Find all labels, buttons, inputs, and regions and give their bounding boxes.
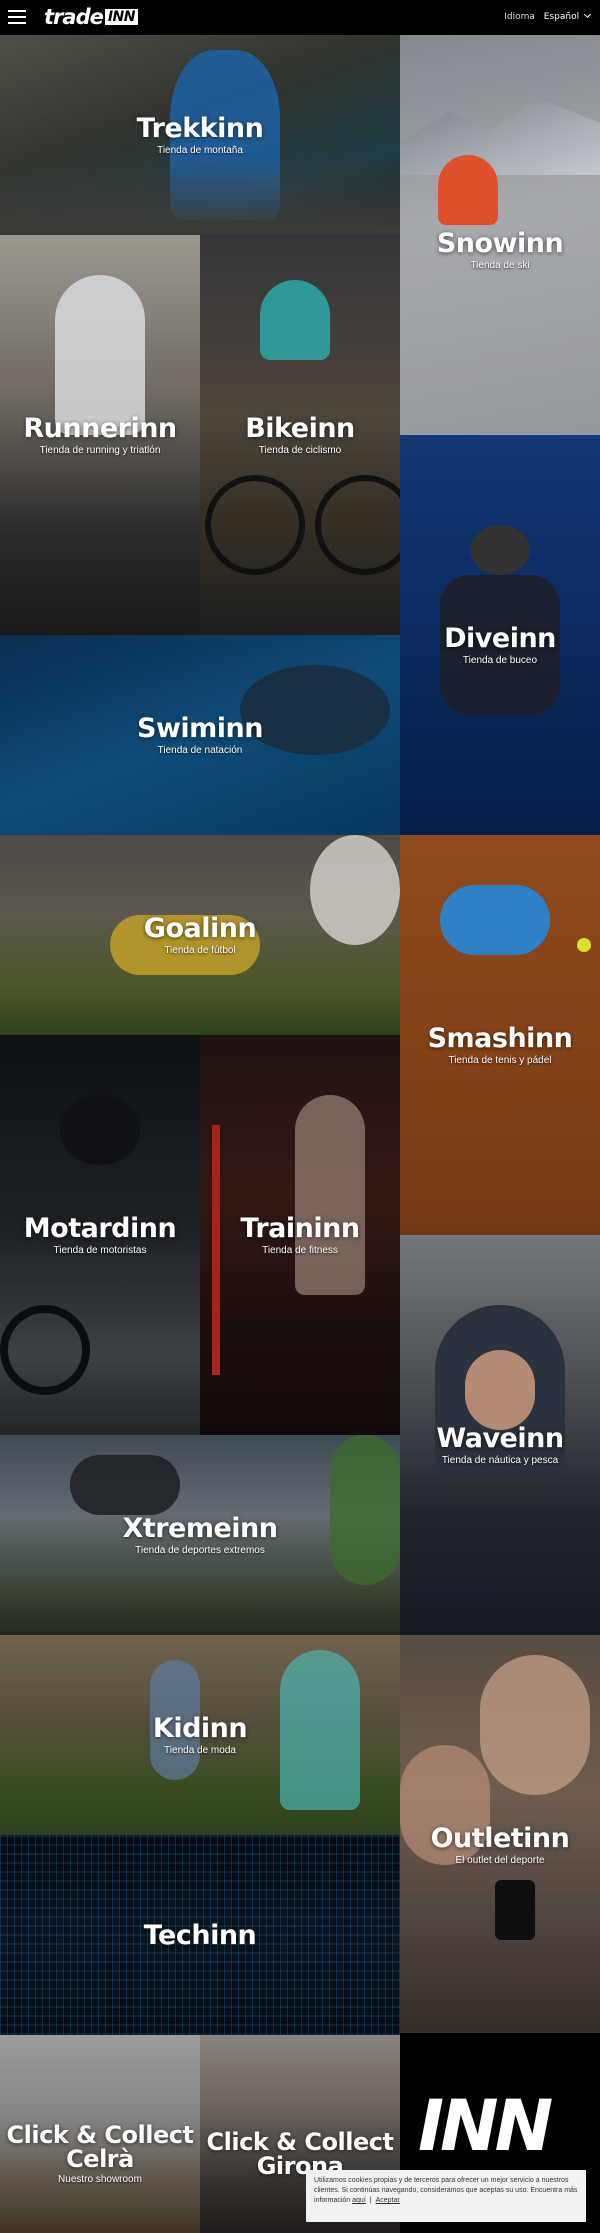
tile-title: Runnerinn (23, 412, 177, 444)
cookie-banner: Utilizamos cookies propias y de terceros… (306, 2170, 586, 2222)
cookie-more-info-link[interactable]: aquí (352, 2197, 366, 2204)
tile-title: Xtremeinn (122, 1512, 279, 1544)
tile-title: Motardinn (23, 1212, 177, 1244)
logo-text: trade (44, 5, 104, 29)
tile-snowinn[interactable]: Snowinn Tienda de ski (400, 35, 600, 435)
tile-title: Trekkinn (136, 112, 264, 144)
tile-title: Bikeinn (245, 412, 355, 444)
cookie-accept-link[interactable]: Aceptar (376, 2197, 400, 2204)
tile-swiminn[interactable]: Swiminn Tienda de natación (0, 635, 400, 835)
tile-subtitle: Tienda de ciclismo (258, 444, 342, 456)
tile-title: Click & Collect Celrà (6, 2121, 194, 2173)
language-label: Idioma (504, 12, 535, 22)
tile-title: Goalinn (143, 912, 257, 944)
tile-subtitle: Tienda de moda (164, 1744, 236, 1756)
tile-subtitle: Tienda de náutica y pesca (441, 1454, 559, 1466)
tile-kidinn[interactable]: Kidinn Tienda de moda (0, 1635, 400, 1835)
tile-subtitle: El outlet del deporte (455, 1854, 545, 1866)
tile-motardinn[interactable]: Motardinn Tienda de motoristas (0, 1035, 200, 1435)
tile-title: Diveinn (444, 622, 556, 654)
tile-outletinn[interactable]: Outletinn El outlet del deporte (400, 1635, 600, 2035)
tile-title: Kidinn (152, 1712, 248, 1744)
logo-box: INN (104, 9, 138, 25)
tile-subtitle: Tienda de natación (157, 744, 243, 756)
tile-diveinn[interactable]: Diveinn Tienda de buceo (400, 435, 600, 835)
tile-title: Smashinn (427, 1022, 573, 1054)
tile-title: Traininn (240, 1212, 360, 1244)
chevron-down-icon (583, 10, 592, 19)
tile-subtitle: Tienda de deportes extremos (135, 1544, 265, 1556)
tradeinn-logo[interactable]: trade INN (44, 5, 138, 29)
tile-title: Techinn (143, 1919, 257, 1951)
tile-subtitle: Tienda de buceo (462, 654, 538, 666)
tile-trekkinn[interactable]: Trekkinn Tienda de montaña (0, 35, 400, 235)
tile-subtitle: Tienda de montaña (157, 144, 243, 156)
top-bar: trade INN Idioma Español (0, 0, 600, 35)
tile-subtitle: Tienda de motoristas (53, 1244, 147, 1256)
language-selector[interactable]: Idioma Español (504, 10, 592, 22)
tile-traininn[interactable]: Traininn Tienda de fitness (200, 1035, 400, 1435)
tile-runnerinn[interactable]: Runnerinn Tienda de running y triatlón (0, 235, 200, 635)
tile-subtitle: Tienda de fútbol (164, 944, 236, 956)
tile-subtitle: Tienda de ski (470, 259, 530, 271)
tile-waveinn[interactable]: Waveinn Tienda de náutica y pesca (400, 1235, 600, 1635)
tile-smashinn[interactable]: Smashinn Tienda de tenis y pádel (400, 835, 600, 1235)
language-value: Español (543, 12, 580, 22)
tile-title: Outletinn (430, 1822, 570, 1854)
tile-click-collect-celra[interactable]: Click & Collect Celrà Nuestro showroom (0, 2035, 200, 2233)
tile-title: Snowinn (436, 227, 564, 259)
tile-subtitle: Tienda de tenis y pádel (448, 1054, 552, 1066)
tile-title: Swiminn (137, 712, 263, 744)
tile-xtremeinn[interactable]: Xtremeinn Tienda de deportes extremos (0, 1435, 400, 1635)
tile-goalinn[interactable]: Goalinn Tienda de fútbol (0, 835, 400, 1035)
menu-icon[interactable] (8, 10, 26, 24)
tile-title: Waveinn (436, 1422, 564, 1454)
tile-bikeinn[interactable]: Bikeinn Tienda de ciclismo (200, 235, 400, 635)
inn-logo: INN (418, 2085, 553, 2167)
tile-subtitle: Tienda de running y triatlón (39, 444, 161, 456)
tile-subtitle: Tienda de fitness (262, 1244, 338, 1256)
tile-subtitle: Nuestro showroom (58, 2174, 142, 2185)
tile-techinn[interactable]: Techinn (0, 1835, 400, 2035)
